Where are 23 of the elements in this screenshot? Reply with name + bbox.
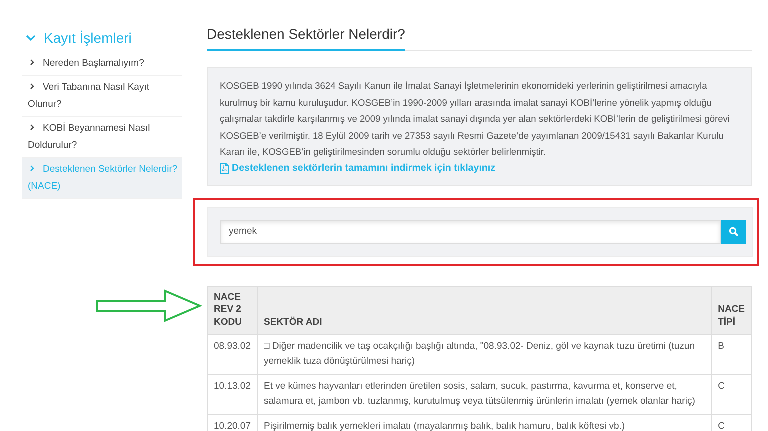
table-cell: 08.93.02 (208, 334, 258, 374)
table-cell: □ Diğer madencilik ve taş ocakçılığı başlığı altında, "08.93.02- Deniz, göl ve kaynak tuzu üretimi (tuzun yemeklik tuza dönüştürülmesi hariç) (257, 334, 712, 374)
search-icon (728, 226, 738, 236)
chevron-right-icon (30, 124, 35, 131)
column-header: NACE REV 2 KODU (208, 286, 258, 334)
arrow-annotation-icon (95, 289, 203, 323)
search-field[interactable]: yemek (220, 220, 721, 244)
table-cell: 10.13.02 (208, 374, 258, 414)
search-button[interactable] (721, 220, 746, 244)
table-cell: C (712, 374, 752, 414)
chevron-right-icon (30, 59, 35, 66)
sidebar-item[interactable]: Veri Tabanına Nasıl Kayıt Olunur? (22, 76, 182, 117)
chevron-right-icon (30, 165, 35, 172)
table-cell: Et ve kümes hayvanları etlerinden üretilen sosis, salam, sucuk, pastırma, kavurma et, konserve et, salamura et, jambon vb. tuzlanmış, kurutulmuş veya tütsülenmiş ürünlerin imalatı (yemek olanlar hariç) (257, 374, 712, 414)
pdf-icon (220, 162, 229, 174)
table-cell: 10.20.07 (208, 414, 258, 431)
sidebar-item[interactable]: Nereden Başlamalıyım? (22, 52, 182, 76)
info-text: KOSGEB 1990 yılında 3624 Sayılı Kanun ile İmalat Sanayi İşletmelerinin ekonomideki yerlerinin geliştirilmesi amacıyla kurulmuş bir kamu kuruluşudur. KOSGEB’in 1990-2009 yılları arasında imalat sanayi KOBİ’lerine yönelik yapmış olduğu çalışmalar takdirle karşılanmış ve 2009 yılında imalat sanayi dışında yer alan sektörlerdeki KOBİ’lerin de geliştirilmesi görevi KOSGEB’e verilmiştir. 18 Eylül 2009 tarih ve 27353 sayılı Resmi Gazete’de yayımlanan 2009/15431 sayılı Bakanlar Kurulu Kararı ile, KOSGEB’in geliştirilmesinden sorumlu olduğu sektörler belirlenmiştir. (220, 80, 731, 159)
column-header: NACE TİPİ (712, 286, 752, 334)
column-header: SEKTÖR ADI (257, 286, 712, 334)
chevron-right-icon (30, 83, 35, 90)
page-title: Desteklenen Sektörler Nelerdir? (207, 26, 406, 51)
table-cell: B (712, 334, 752, 374)
